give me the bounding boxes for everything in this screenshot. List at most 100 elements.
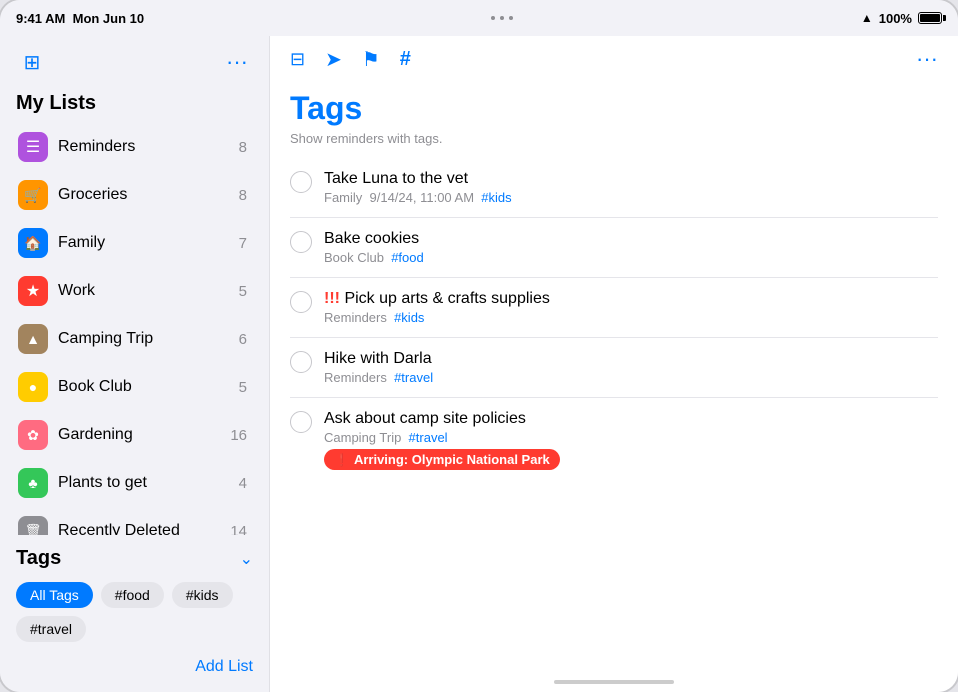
status-dot-1 — [491, 16, 495, 20]
camping-count: 6 — [239, 331, 247, 348]
reminders-icon: ☰ — [18, 132, 48, 162]
reminder-item-bake-cookies: Bake cookies Book Club #food — [290, 218, 938, 278]
sidebar-toolbar: ⊞ ··· — [0, 36, 269, 88]
toolbar-more-icon[interactable]: ··· — [916, 46, 938, 72]
status-right: ▲ 100% — [861, 11, 942, 26]
toolbar-hashtag-icon[interactable]: # — [400, 48, 411, 71]
sidebar-more-button[interactable]: ··· — [221, 46, 253, 78]
tag-travel-link[interactable]: #travel — [394, 370, 433, 385]
ipad-frame: 9:41 AM Mon Jun 10 ▲ 100% ⊞ ··· My Lists — [0, 0, 958, 692]
tag-travel[interactable]: #travel — [16, 616, 86, 642]
reminder-title-bake-cookies: Bake cookies — [324, 230, 938, 248]
tags-section-header[interactable]: Tags ⌄ — [0, 543, 269, 578]
plants-label: Plants to get — [58, 474, 239, 492]
my-lists-header: My Lists — [0, 88, 269, 123]
sidebar-panel-toggle[interactable]: ⊞ — [16, 46, 48, 78]
tag-pills-container: All Tags #food #kids #travel — [0, 578, 269, 646]
sidebar-item-plants[interactable]: ♣ Plants to get 4 — [6, 459, 263, 507]
reminder-item-hike-darla: Hike with Darla Reminders #travel — [290, 338, 938, 398]
reminder-meta-pick-up-arts: Reminders #kids — [324, 310, 938, 325]
reminder-body-hike-darla: Hike with Darla Reminders #travel — [324, 350, 938, 385]
recently-deleted-icon: 🗑 — [18, 516, 48, 535]
tags-section-label: Tags — [16, 547, 61, 570]
toolbar-location-icon[interactable]: ➤ — [325, 47, 342, 72]
reminder-item-camp-policies: Ask about camp site policies Camping Tri… — [290, 398, 938, 482]
reminder-title-camp-policies: Ask about camp site policies — [324, 410, 938, 428]
reminder-body-pick-up-arts: !!! Pick up arts & crafts supplies Remin… — [324, 290, 938, 325]
sidebar-item-book-club[interactable]: ● Book Club 5 — [6, 363, 263, 411]
gardening-count: 16 — [230, 427, 247, 444]
sidebar-item-reminders[interactable]: ☰ Reminders 8 — [6, 123, 263, 171]
tag-food-link[interactable]: #food — [391, 250, 424, 265]
battery-fill — [920, 14, 940, 22]
plants-icon: ♣ — [18, 468, 48, 498]
status-time: 9:41 AM Mon Jun 10 — [16, 11, 144, 26]
work-count: 5 — [239, 283, 247, 300]
groceries-icon: 🛒 — [18, 180, 48, 210]
reminder-checkbox-bake-cookies[interactable] — [290, 231, 312, 253]
main-toolbar: ⊟ ➤ ⚑ # ··· — [270, 36, 958, 82]
battery-percent: 100% — [879, 11, 912, 26]
home-indicator — [270, 672, 958, 692]
list-items: ☰ Reminders 8 🛒 Groceries 8 🏠 Family 7 — [0, 123, 269, 535]
sidebar-item-groceries[interactable]: 🛒 Groceries 8 — [6, 171, 263, 219]
book-club-icon: ● — [18, 372, 48, 402]
sidebar-item-recently-deleted[interactable]: 🗑 Recently Deleted 14 — [6, 507, 263, 535]
family-icon: 🏠 — [18, 228, 48, 258]
gardening-icon: ✿ — [18, 420, 48, 450]
home-bar — [554, 680, 674, 684]
main-panel: ⊟ ➤ ⚑ # ··· Tags Show reminders with tag… — [270, 36, 958, 692]
battery-icon — [918, 12, 942, 24]
tags-chevron-icon: ⌄ — [240, 549, 253, 569]
reminder-title-take-luna: Take Luna to the vet — [324, 170, 938, 188]
reminder-checkbox-take-luna[interactable] — [290, 171, 312, 193]
exclamation-mark: !!! — [324, 290, 344, 307]
status-dot-2 — [500, 16, 504, 20]
sidebar-item-work[interactable]: ★ Work 5 — [6, 267, 263, 315]
status-dot-3 — [509, 16, 513, 20]
sidebar-footer: Add List — [0, 650, 269, 676]
main-content: ⊞ ··· My Lists ☰ Reminders 8 🛒 Groceries… — [0, 36, 958, 692]
reminder-list: Take Luna to the vet Family 9/14/24, 11:… — [290, 158, 938, 482]
tag-all-tags[interactable]: All Tags — [16, 582, 93, 608]
tag-travel-link-2[interactable]: #travel — [409, 430, 448, 445]
work-label: Work — [58, 282, 239, 300]
groceries-count: 8 — [239, 187, 247, 204]
tag-kids-link[interactable]: #kids — [481, 190, 511, 205]
work-icon: ★ — [18, 276, 48, 306]
tag-kids[interactable]: #kids — [172, 582, 233, 608]
recently-deleted-count: 14 — [230, 523, 247, 536]
sidebar-item-family[interactable]: 🏠 Family 7 — [6, 219, 263, 267]
reminder-meta-take-luna: Family 9/14/24, 11:00 AM #kids — [324, 190, 938, 205]
status-center — [491, 16, 513, 20]
arriving-label: Arriving: Olympic National Park — [354, 452, 550, 467]
reminder-meta-camp-policies: Camping Trip #travel — [324, 430, 938, 445]
reminder-checkbox-camp-policies[interactable] — [290, 411, 312, 433]
camping-icon: ▲ — [18, 324, 48, 354]
arriving-exclamation-icon: ❗ — [334, 453, 349, 467]
book-club-count: 5 — [239, 379, 247, 396]
tag-kids-link-2[interactable]: #kids — [394, 310, 424, 325]
gardening-label: Gardening — [58, 426, 230, 444]
reminder-checkbox-hike-darla[interactable] — [290, 351, 312, 373]
add-list-button[interactable]: Add List — [195, 658, 253, 676]
sidebar-item-camping-trip[interactable]: ▲ Camping Trip 6 — [6, 315, 263, 363]
reminder-checkbox-pick-up-arts[interactable] — [290, 291, 312, 313]
reminder-meta-bake-cookies: Book Club #food — [324, 250, 938, 265]
tags-section: Tags ⌄ All Tags #food #kids #travel — [0, 535, 269, 650]
toolbar-grid-icon[interactable]: ⊟ — [290, 49, 305, 70]
family-count: 7 — [239, 235, 247, 252]
reminder-title-hike-darla: Hike with Darla — [324, 350, 938, 368]
plants-count: 4 — [239, 475, 247, 492]
reminders-label: Reminders — [58, 138, 239, 156]
sidebar-item-gardening[interactable]: ✿ Gardening 16 — [6, 411, 263, 459]
reminder-body-camp-policies: Ask about camp site policies Camping Tri… — [324, 410, 938, 470]
toolbar-flag-icon[interactable]: ⚑ — [362, 47, 380, 72]
tag-food[interactable]: #food — [101, 582, 164, 608]
toolbar-left-icons: ⊟ ➤ ⚑ # — [290, 47, 411, 72]
main-content-area: Tags Show reminders with tags. Take Luna… — [270, 82, 958, 672]
wifi-icon: ▲ — [861, 11, 873, 25]
reminders-count: 8 — [239, 139, 247, 156]
sidebar: ⊞ ··· My Lists ☰ Reminders 8 🛒 Groceries… — [0, 36, 270, 692]
recently-deleted-label: Recently Deleted — [58, 522, 230, 535]
